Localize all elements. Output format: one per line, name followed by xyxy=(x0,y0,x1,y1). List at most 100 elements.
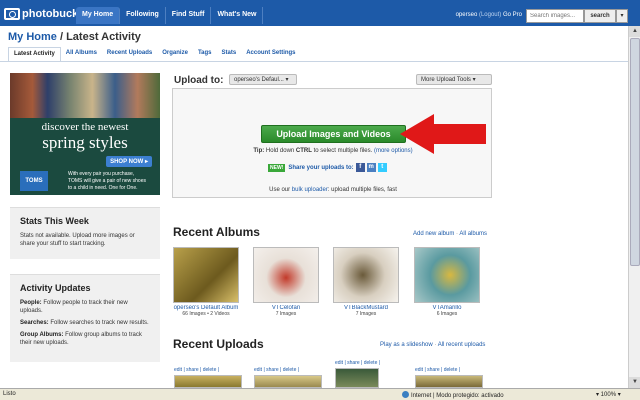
activity-item-label: People: xyxy=(20,300,42,306)
scrollbar-thumb[interactable] xyxy=(630,38,640,266)
tab-all-albums[interactable]: All Albums xyxy=(61,47,102,62)
ad-headline: discover the newest xyxy=(41,121,129,133)
recent-uploads-title: Recent Uploads xyxy=(173,337,264,351)
bulk-uploader-link[interactable]: bulk uploader xyxy=(292,187,328,193)
all-albums-link[interactable]: All albums xyxy=(459,231,487,237)
toms-advertisement[interactable]: discover the newest spring styles SHOP N… xyxy=(10,73,160,195)
activity-panel: Activity Updates People: Follow people t… xyxy=(10,274,160,362)
search-dropdown-icon[interactable]: ▾ xyxy=(616,9,628,23)
page-title-main[interactable]: My Home xyxy=(8,31,57,43)
stats-panel: Stats This Week Stats not available. Upl… xyxy=(10,207,160,259)
activity-item: People: Follow people to track their new… xyxy=(20,299,150,315)
tab-tags[interactable]: Tags xyxy=(193,47,217,62)
upload-thumbnail[interactable] xyxy=(254,375,322,388)
vertical-scrollbar[interactable]: ▲ ▼ xyxy=(628,26,640,388)
upload-thumbnail[interactable] xyxy=(174,375,242,388)
search-input[interactable] xyxy=(526,9,584,23)
album-card[interactable]: VTAmarillo 6 Images xyxy=(413,247,481,317)
album-links: Add new album · All albums xyxy=(413,231,487,237)
shop-now-button[interactable]: SHOP NOW ▸ xyxy=(106,156,152,167)
tab-account-settings[interactable]: Account Settings xyxy=(241,47,300,62)
scroll-up-icon[interactable]: ▲ xyxy=(629,26,640,37)
tip-text: Hold down xyxy=(264,148,296,154)
nav-my-home[interactable]: My Home xyxy=(76,7,121,24)
album-count: 6 Images xyxy=(436,311,458,317)
upload-thumbnail[interactable] xyxy=(415,375,483,388)
upload-edit-links[interactable]: edit | share | delete | xyxy=(174,367,219,373)
album-thumbnail[interactable] xyxy=(173,247,239,303)
bulk-prefix: Use our xyxy=(269,187,292,193)
ad-subheadline: spring styles xyxy=(42,133,128,152)
bulk-suffix: : upload multiple files, fast xyxy=(327,187,397,193)
toms-logo: TOMS xyxy=(20,171,48,191)
nav-find-stuff[interactable]: Find Stuff xyxy=(166,7,212,24)
upload-links: Play as a slideshow · All recent uploads xyxy=(380,342,485,348)
new-badge: NEW! xyxy=(268,163,286,172)
user-area: operseo (Logout) Go Pro xyxy=(456,12,522,18)
go-pro-link[interactable]: Go Pro xyxy=(503,12,522,18)
album-thumbnail[interactable] xyxy=(253,247,319,303)
status-text: Listo xyxy=(3,391,16,397)
username[interactable]: operseo xyxy=(456,12,478,18)
logout-link[interactable]: (Logout) xyxy=(479,12,501,18)
ad-tagline-line: to a child in need. One for One. xyxy=(68,185,138,191)
activity-title: Activity Updates xyxy=(20,283,91,293)
album-count: 66 Images • 2 Videos xyxy=(182,311,230,317)
tab-organize[interactable]: Organize xyxy=(157,47,193,62)
tab-recent-uploads[interactable]: Recent Uploads xyxy=(102,47,157,62)
tab-stats[interactable]: Stats xyxy=(217,47,242,62)
slideshow-link[interactable]: Play as a slideshow xyxy=(380,342,433,348)
add-new-album-link[interactable]: Add new album xyxy=(413,231,454,237)
ad-tagline-line: With every pair you purchase, xyxy=(68,171,135,177)
album-card[interactable]: operseo's Default Album 66 Images • 2 Vi… xyxy=(172,247,240,317)
tip-label: Tip: xyxy=(253,148,265,154)
activity-item: Group Albums: Follow group albums to tra… xyxy=(20,331,150,347)
more-upload-tools-button[interactable]: More Upload Tools ▾ xyxy=(416,74,492,85)
shoes-image xyxy=(10,73,160,118)
album-count: 7 Images xyxy=(275,311,297,317)
album-thumbnail[interactable] xyxy=(414,247,480,303)
nav-following[interactable]: Following xyxy=(120,7,166,24)
tab-latest-activity[interactable]: Latest Activity xyxy=(8,47,61,62)
top-nav-bar: photobucket My Home Following Find Stuff… xyxy=(0,0,640,26)
album-card[interactable]: VTCelofan 7 Images xyxy=(252,247,320,317)
activity-item-text: Follow searches to track new results. xyxy=(48,320,149,326)
upload-edit-links[interactable]: edit | share | delete | xyxy=(415,367,460,373)
stats-title: Stats This Week xyxy=(20,216,89,226)
album-card[interactable]: VTBlackMustard 7 Images xyxy=(332,247,400,317)
share-row: NEW! Share your uploads to: f m t xyxy=(268,163,387,172)
upload-edit-links[interactable]: edit | share | delete | xyxy=(254,367,299,373)
page-title-sub: Latest Activity xyxy=(66,31,141,43)
stats-text: Stats not available. Upload more images … xyxy=(20,233,135,247)
upload-images-button[interactable]: Upload Images and Videos xyxy=(261,125,406,143)
upload-thumbnail[interactable] xyxy=(335,368,379,388)
bulk-uploader-text: Use our bulk uploader: upload multiple f… xyxy=(173,187,493,193)
nav-whats-new[interactable]: What's New xyxy=(211,7,264,24)
myspace-icon[interactable]: m xyxy=(366,163,376,172)
scroll-down-icon[interactable]: ▼ xyxy=(629,377,640,388)
search-button[interactable]: search xyxy=(584,9,616,23)
upload-to-label: Upload to: xyxy=(174,75,224,86)
recent-albums-title: Recent Albums xyxy=(173,225,260,239)
share-text: Share your uploads to: xyxy=(288,164,354,171)
upload-edit-links[interactable]: edit | share | delete | xyxy=(335,360,380,366)
page-title-sep: / xyxy=(56,31,67,43)
ad-tagline: With every pair you purchase, TOMS will … xyxy=(68,171,156,192)
sub-tabs: Latest Activity All Albums Recent Upload… xyxy=(8,47,301,62)
zone-text: Internet | Modo protegido: activado xyxy=(411,393,504,399)
tip-key: CTRL xyxy=(295,148,312,154)
browser-status-bar: Listo Internet | Modo protegido: activad… xyxy=(0,388,640,400)
activity-item-label: Group Albums: xyxy=(20,332,64,338)
ad-tagline-line: TOMS will give a pair of new shoes xyxy=(68,178,146,184)
activity-item: Searches: Follow searches to track new r… xyxy=(20,319,150,327)
album-thumbnail[interactable] xyxy=(333,247,399,303)
album-count: 7 Images xyxy=(355,311,377,317)
security-zone: Internet | Modo protegido: activado xyxy=(402,391,504,399)
album-select[interactable]: operseo's Defaul... ▾ xyxy=(229,74,297,85)
all-recent-uploads-link[interactable]: All recent uploads xyxy=(438,342,486,348)
activity-item-label: Searches: xyxy=(20,320,49,326)
facebook-icon[interactable]: f xyxy=(355,163,365,172)
red-arrow-annotation xyxy=(400,114,486,154)
twitter-icon[interactable]: t xyxy=(377,163,387,172)
zoom-level[interactable]: ▾ 100% ▾ xyxy=(596,391,621,398)
